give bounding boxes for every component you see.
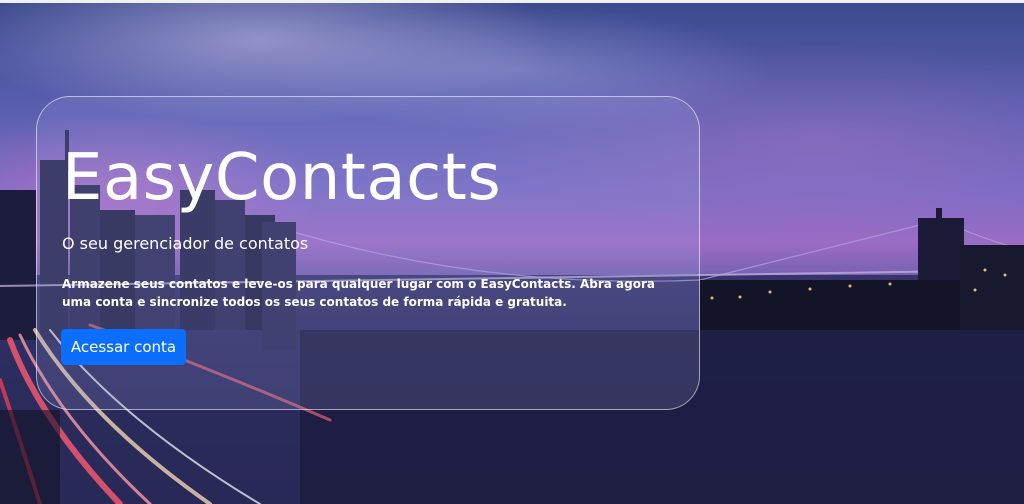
hero-section: EasyContacts O seu gerenciador de contat… [0, 0, 1024, 504]
hero-description: Armazene seus contatos e leve-os para qu… [62, 277, 655, 309]
access-account-button[interactable]: Acessar conta [61, 329, 186, 365]
hero-subtitle: O seu gerenciador de contatos [62, 234, 309, 253]
top-edge-line [0, 0, 1024, 3]
brand-title: EasyContacts [62, 141, 502, 215]
